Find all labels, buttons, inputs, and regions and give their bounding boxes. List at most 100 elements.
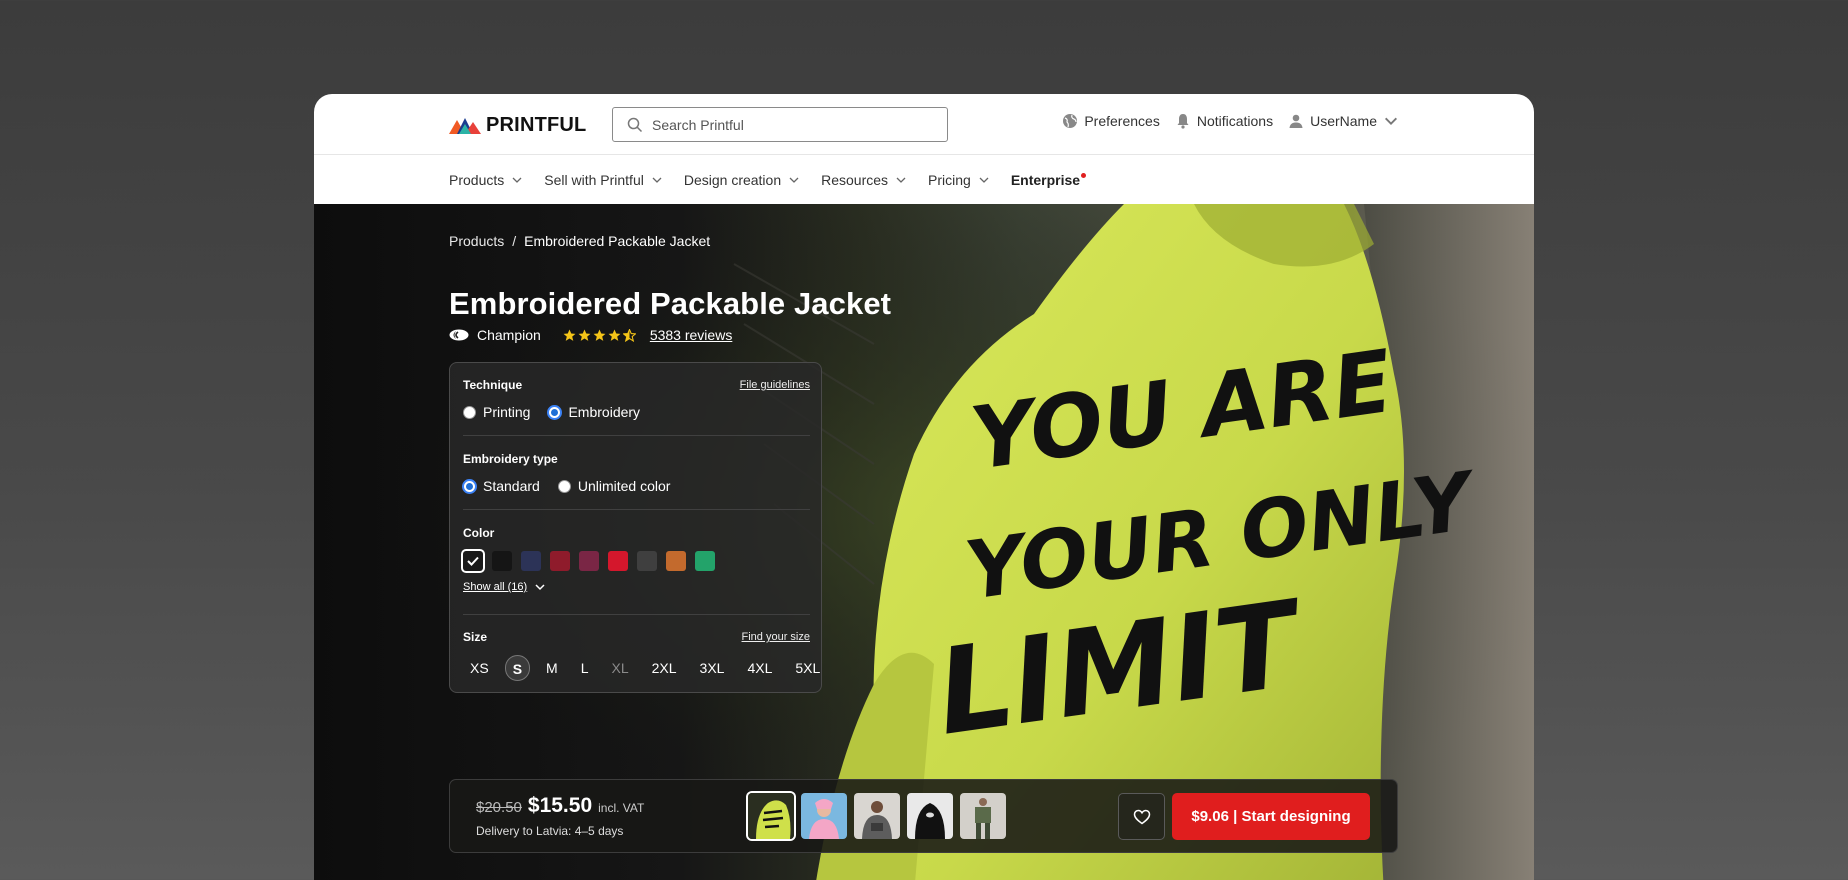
size-option[interactable]: 5XL	[788, 655, 827, 681]
color-swatch[interactable]	[492, 551, 512, 571]
thumbnail-grey-model[interactable]	[854, 793, 900, 839]
product-title: Embroidered Packable Jacket	[449, 286, 892, 321]
size-option[interactable]: 4XL	[740, 655, 779, 681]
new-indicator-dot	[1081, 172, 1087, 178]
preferences-label: Preferences	[1084, 113, 1160, 129]
breadcrumb-current: Embroidered Packable Jacket	[524, 233, 711, 249]
printful-logo[interactable]: PRINTFUL	[449, 114, 586, 136]
rating-stars	[563, 328, 636, 342]
color-swatches	[463, 551, 810, 571]
star-icon	[593, 329, 606, 341]
color-swatch[interactable]	[666, 551, 686, 571]
thumbnail-image	[801, 793, 847, 839]
color-swatch[interactable]	[608, 551, 628, 571]
vat-note: incl. VAT	[598, 801, 645, 815]
chevron-down-icon	[979, 177, 989, 183]
nav-item-enterprise[interactable]: Enterprise	[1010, 172, 1087, 188]
thumbnail-black-jacket[interactable]	[907, 793, 953, 839]
preferences-button[interactable]: Preferences	[1062, 113, 1160, 129]
username-label: UserName	[1310, 113, 1377, 129]
product-meta: Champion 5383 reviews	[449, 327, 732, 343]
color-swatch[interactable]	[695, 551, 715, 571]
old-price: $20.50	[476, 799, 522, 816]
breadcrumb: Products / Embroidered Packable Jacket	[449, 233, 710, 249]
color-swatch[interactable]	[579, 551, 599, 571]
printful-logo-icon	[449, 118, 481, 134]
thumbnail-jacket-back[interactable]	[748, 793, 794, 839]
nav-item-resources[interactable]: Resources	[821, 172, 907, 188]
radio-label: Unlimited color	[577, 478, 671, 494]
color-swatch[interactable]	[637, 551, 657, 571]
radio-label: Printing	[483, 404, 531, 420]
thumbnail-image	[960, 793, 1006, 839]
technique-embroidery-radio[interactable]: Embroidery	[548, 404, 640, 420]
current-price: $15.50	[527, 794, 593, 817]
technique-section: Technique File guidelines Printing Embro…	[463, 378, 810, 420]
globe-icon	[1063, 114, 1078, 128]
color-swatch[interactable]	[463, 551, 483, 571]
breadcrumb-separator: /	[512, 233, 517, 249]
header-actions: Preferences Notifications UserName	[1062, 113, 1399, 129]
radio-button[interactable]	[463, 405, 476, 419]
divider	[463, 614, 810, 615]
star-icon	[578, 329, 591, 341]
color-swatch[interactable]	[550, 551, 570, 571]
nav-item-pricing[interactable]: Pricing	[928, 172, 990, 188]
thumbnail-pink-model[interactable]	[801, 793, 847, 839]
search-icon	[627, 117, 643, 132]
start-designing-button[interactable]: $9.06 | Start designing	[1172, 793, 1370, 840]
size-option[interactable]: 3XL	[693, 655, 732, 681]
size-section: Size Find your size XS S M L XL 2XL 3XL 4XL 5XL	[463, 630, 820, 681]
show-all-label: Show all (16)	[463, 581, 528, 593]
nav-item-label: Pricing	[928, 172, 971, 188]
user-menu[interactable]: UserName	[1288, 113, 1399, 129]
radio-button-selected[interactable]	[548, 405, 562, 419]
star-icon	[563, 329, 576, 341]
embroidery-unlimited-color-radio[interactable]: Unlimited color	[557, 478, 671, 494]
reviews-link[interactable]: 5383 reviews	[650, 327, 733, 343]
radio-button-selected[interactable]	[463, 479, 476, 493]
radio-button[interactable]	[557, 479, 571, 493]
divider	[463, 435, 810, 436]
search-input[interactable]	[652, 116, 932, 133]
logo-text: PRINTFUL	[486, 113, 587, 136]
size-option[interactable]: S	[504, 655, 531, 681]
favorite-button[interactable]	[1118, 793, 1165, 840]
nav-item-sell-with-printful[interactable]: Sell with Printful	[544, 172, 663, 188]
color-section: Color Show all (16)	[463, 526, 810, 593]
nav-item-label: Enterprise	[1010, 172, 1081, 188]
technique-printing-radio[interactable]: Printing	[463, 404, 530, 420]
size-option[interactable]: XL	[605, 655, 636, 681]
nav-item-label: Sell with Printful	[544, 172, 644, 188]
color-label: Color	[463, 526, 495, 540]
thumbnail-green-model[interactable]	[960, 793, 1006, 839]
chevron-down-icon	[652, 177, 662, 183]
notifications-label: Notifications	[1196, 113, 1274, 129]
price-row: $20.50 $15.50 incl. VAT	[476, 794, 644, 818]
size-option[interactable]: 2XL	[645, 655, 684, 681]
nav-item-label: Products	[449, 172, 505, 188]
nav-item-design-creation[interactable]: Design creation	[684, 172, 800, 188]
product-hero: YOU ARE YOUR ONLY LIMIT Products / Embro…	[314, 204, 1534, 880]
size-option[interactable]: M	[539, 655, 565, 681]
chevron-down-icon	[535, 584, 545, 591]
radio-label: Embroidery	[568, 404, 641, 420]
breadcrumb-products-link[interactable]: Products	[449, 233, 504, 249]
file-guidelines-link[interactable]: File guidelines	[740, 379, 810, 391]
search-box[interactable]	[612, 107, 948, 142]
embroidery-type-label: Embroidery type	[463, 452, 558, 466]
show-all-colors-button[interactable]: Show all (16)	[463, 581, 810, 593]
color-swatch[interactable]	[521, 551, 541, 571]
size-option[interactable]: XS	[463, 655, 496, 681]
notifications-button[interactable]: Notifications	[1175, 113, 1273, 129]
top-header: PRINTFUL Preferences	[314, 94, 1534, 155]
size-options: XS S M L XL 2XL 3XL 4XL 5XL	[463, 655, 820, 681]
embroidery-standard-radio[interactable]: Standard	[463, 478, 540, 494]
chevron-down-icon	[1385, 117, 1397, 125]
user-icon	[1289, 114, 1303, 128]
half-star-icon	[622, 328, 636, 342]
size-option[interactable]: L	[574, 655, 596, 681]
star-icon	[608, 329, 621, 341]
nav-item-products[interactable]: Products	[449, 172, 523, 188]
find-your-size-link[interactable]: Find your size	[742, 631, 810, 643]
